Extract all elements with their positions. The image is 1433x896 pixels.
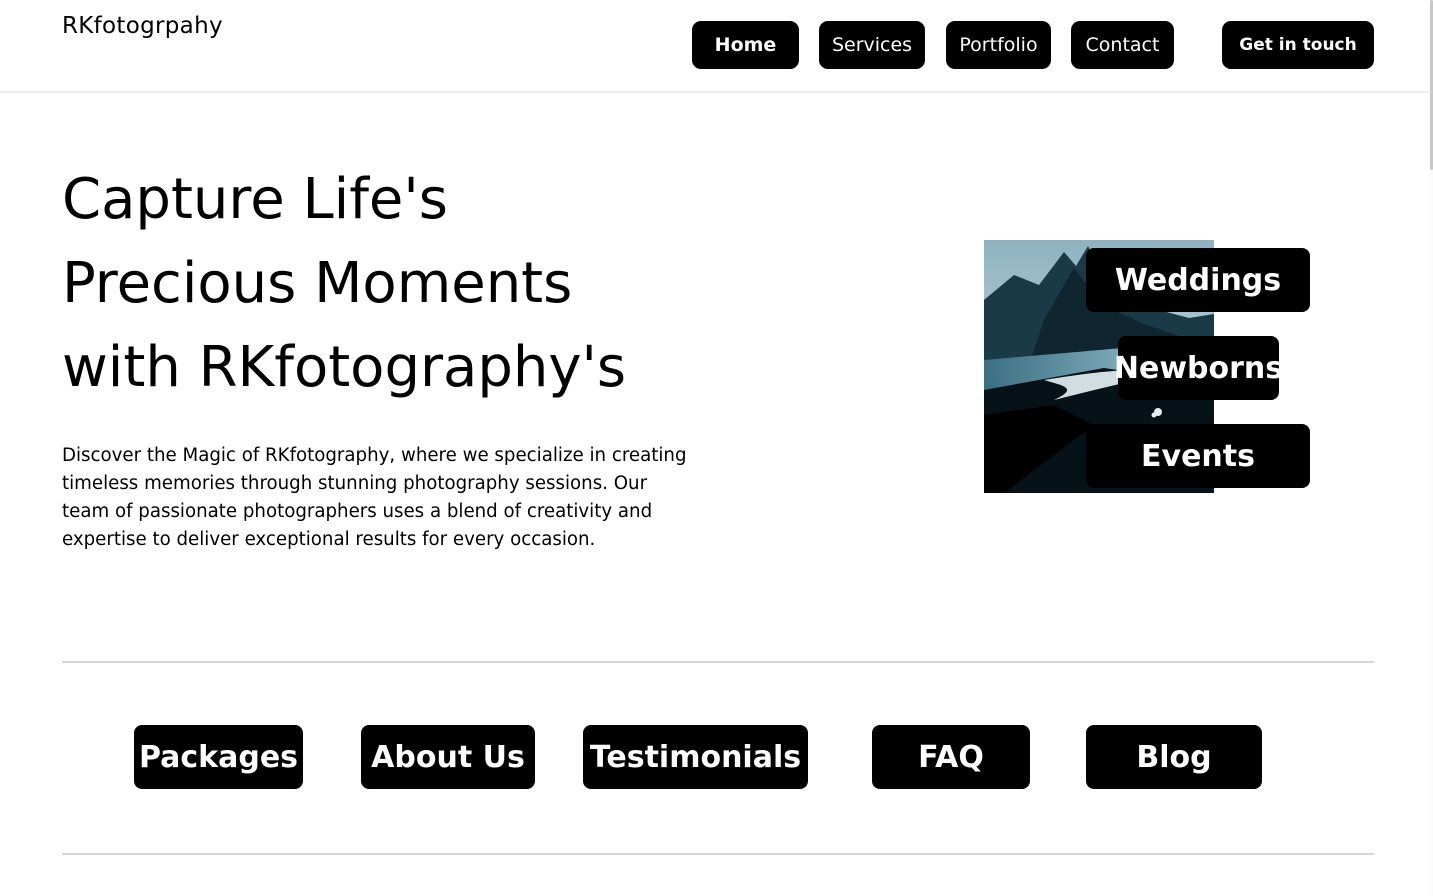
hero-title-line: Capture Life's: [62, 167, 448, 232]
site-header: RKfotogrpahy Home Services Portfolio Con…: [0, 0, 1433, 93]
site-logo[interactable]: RKfotogrpahy: [62, 13, 223, 39]
nav-services-button[interactable]: Services: [819, 21, 925, 69]
newborns-tag[interactable]: Newborns: [1114, 336, 1283, 400]
testimonials-button[interactable]: Testimonials: [583, 725, 808, 789]
nav-contact-button[interactable]: Contact: [1071, 21, 1174, 69]
section-divider: [62, 853, 1374, 855]
section-divider: [62, 661, 1374, 663]
packages-button[interactable]: Packages: [134, 725, 303, 789]
events-tag[interactable]: Events: [1086, 424, 1310, 488]
nav-portfolio-button[interactable]: Portfolio: [946, 21, 1051, 69]
about-us-button[interactable]: About Us: [361, 725, 535, 789]
blog-button[interactable]: Blog: [1086, 725, 1262, 789]
weddings-tag[interactable]: Weddings: [1086, 248, 1310, 312]
hero-description: Discover the Magic of RKfotography, wher…: [62, 445, 687, 550]
get-in-touch-button[interactable]: Get in touch: [1222, 21, 1374, 69]
nav-home-button[interactable]: Home: [692, 21, 799, 69]
hero-title: Capture Life's Precious Moments with RKf…: [62, 158, 782, 410]
hero-title-line: with RKfotography's: [62, 335, 627, 400]
faq-button[interactable]: FAQ: [872, 725, 1030, 789]
hero-title-line: Precious Moments: [62, 251, 573, 316]
